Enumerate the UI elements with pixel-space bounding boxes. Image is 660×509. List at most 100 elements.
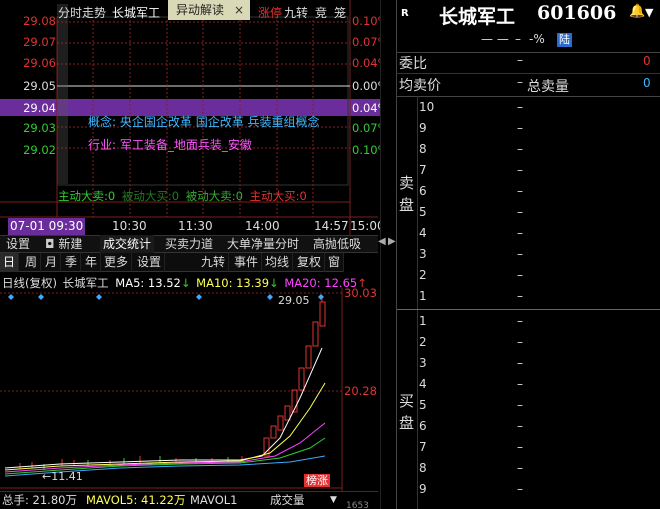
intraday-chart[interactable]: 29.08 29.07 29.06 29.05 29.04 29.03 29.0…: [0, 0, 396, 235]
kline-axis-top: 30.03: [344, 286, 377, 300]
change-dash: –: [515, 32, 521, 46]
industry-line: 行业: 军工装备_地面兵装_安徽: [88, 138, 252, 152]
mavol5: MAVOL5: 41.22万: [86, 493, 186, 507]
tab-event[interactable]: 事件: [231, 253, 263, 272]
total-hands: 总手: 21.80万: [2, 493, 77, 507]
connect-badge: 陆: [557, 33, 572, 47]
quote-panel: R 长城军工 601606 🔔 ▼ — — – -% 陆 委比 – 0 均卖价 …: [396, 0, 660, 509]
total-sell-value: 0: [643, 76, 651, 90]
kline-chart[interactable]: [0, 288, 378, 493]
volume-bar: 总手: 21.80万 MAVOL5: 41.22万 MAVOL1 成交量 ▼ 1…: [0, 491, 378, 509]
left-scrollbar[interactable]: [380, 0, 396, 509]
weibi-label: 委比: [399, 56, 427, 72]
total-sell-label: 总卖量: [527, 79, 569, 95]
kline-low-mark: ←11.41: [42, 470, 83, 483]
time-axis: 07-01 09:30 10:30 11:30 14:00 14:57 15:0…: [0, 218, 396, 235]
weibi-value: –: [517, 53, 523, 67]
tab-more[interactable]: 更多: [101, 253, 133, 272]
tab-week[interactable]: 周: [22, 253, 42, 272]
buy-level-8[interactable]: 8–: [397, 458, 660, 479]
avg-sell-value: –: [517, 75, 523, 89]
sell-level-5[interactable]: 5–: [397, 202, 660, 223]
scroll-left-icon[interactable]: ◀: [378, 236, 386, 247]
concept-line: 概念: 央企国企改革 国企改革 兵装重组概念: [88, 115, 320, 129]
tab-new[interactable]: ◘ 新建: [42, 235, 85, 253]
pct-change: -%: [529, 32, 545, 46]
price-label-3: 29.05: [23, 79, 56, 93]
ma10-line: [4, 382, 326, 471]
limit-up-tag[interactable]: 涨停: [258, 4, 282, 21]
camera-icon: ◘: [45, 237, 55, 251]
tab-big-order[interactable]: 大单净量分时: [224, 235, 302, 253]
chart-stock-name: 长城军工: [112, 6, 161, 20]
anomaly-popup[interactable]: 异动解读 ×: [168, 0, 250, 20]
chart-title: 分时走势: [58, 6, 107, 20]
tab-quarter[interactable]: 季: [62, 253, 82, 272]
price-label-5: 29.03: [23, 121, 56, 135]
tab-trade-stats[interactable]: 成交统计: [100, 235, 155, 253]
price-dash: — —: [481, 32, 509, 46]
volume-type-select[interactable]: 成交量: [270, 492, 305, 509]
mavol1: MAVOL1: [190, 493, 238, 507]
cage-tag[interactable]: 笼: [334, 4, 346, 21]
sell-level-8[interactable]: 8–: [397, 139, 660, 160]
auction-tag[interactable]: 竞: [315, 4, 327, 21]
tab-day[interactable]: 日: [0, 253, 20, 272]
price-label-6: 29.02: [23, 143, 56, 157]
avg-sell-label: 均卖价: [399, 78, 441, 94]
tab-high-low[interactable]: 高抛低吸: [310, 235, 364, 253]
bell-icon[interactable]: 🔔: [629, 4, 645, 19]
buy-level-2[interactable]: 2–: [397, 332, 660, 353]
price-label-0: 29.08: [23, 14, 56, 28]
kline-axis-mid: 20.28: [344, 384, 377, 398]
time-1130: 11:30: [178, 219, 213, 233]
ma5-line: [4, 347, 323, 469]
close-icon[interactable]: ×: [234, 0, 244, 20]
weicha-value: 0: [643, 54, 651, 68]
stock-title: 长城军工: [439, 6, 516, 28]
r-mark: R: [401, 8, 409, 19]
price-label-1: 29.07: [23, 35, 56, 49]
candles: [263, 298, 326, 457]
scroll-right-icon[interactable]: ▶: [388, 236, 396, 247]
rise-rank-badge[interactable]: 榜涨: [304, 474, 330, 487]
anomaly-popup-title: 异动解读: [176, 3, 225, 17]
time-1457: 14:57: [314, 219, 349, 233]
tab-settings[interactable]: 设置: [3, 235, 33, 253]
buy-level-1[interactable]: 1–: [397, 311, 660, 332]
sell-level-3[interactable]: 3–: [397, 244, 660, 265]
sell-level-7[interactable]: 7–: [397, 160, 660, 181]
nine-turn-tag[interactable]: 九转: [284, 4, 308, 21]
sell-level-2[interactable]: 2–: [397, 265, 660, 286]
tab-year[interactable]: 年: [82, 253, 102, 272]
volume-tick: 1653: [346, 501, 369, 509]
price-label-4: 29.04: [23, 101, 56, 115]
buy-level-3[interactable]: 3–: [397, 353, 660, 374]
buy-level-9[interactable]: 9–: [397, 479, 660, 500]
stock-code: 601606: [537, 2, 617, 24]
sell-level-10[interactable]: 10–: [397, 97, 660, 118]
buy-level-5[interactable]: 5–: [397, 395, 660, 416]
sell-level-6[interactable]: 6–: [397, 181, 660, 202]
tab-month[interactable]: 月: [42, 253, 62, 272]
buy-level-7[interactable]: 7–: [397, 437, 660, 458]
kline-high-mark: 29.05: [278, 294, 310, 307]
buy-level-4[interactable]: 4–: [397, 374, 660, 395]
more-icon[interactable]: ▼: [645, 6, 653, 19]
sell-level-4[interactable]: 4–: [397, 223, 660, 244]
sell-level-1[interactable]: 1–: [397, 286, 660, 307]
chevron-down-icon[interactable]: ▼: [330, 492, 337, 509]
tab-nine-turn[interactable]: 九转: [198, 253, 230, 272]
time-start: 07-01 09:30: [8, 218, 86, 235]
tab-ma[interactable]: 均线: [262, 253, 294, 272]
sell-level-9[interactable]: 9–: [397, 118, 660, 139]
tab-buy-sell-force[interactable]: 买卖力道: [162, 235, 216, 253]
buy-level-6[interactable]: 6–: [397, 416, 660, 437]
time-1030: 10:30: [112, 219, 147, 233]
big-order-flow: 主动大卖:0 被动大买:0 被动大卖:0 主动大买:0: [58, 189, 307, 203]
tab-adjust[interactable]: 复权: [294, 253, 326, 272]
price-label-2: 29.06: [23, 56, 56, 70]
tab-kline-settings[interactable]: 设置: [134, 253, 166, 272]
event-markers: [8, 294, 324, 300]
tab-window[interactable]: 窗: [325, 253, 345, 272]
